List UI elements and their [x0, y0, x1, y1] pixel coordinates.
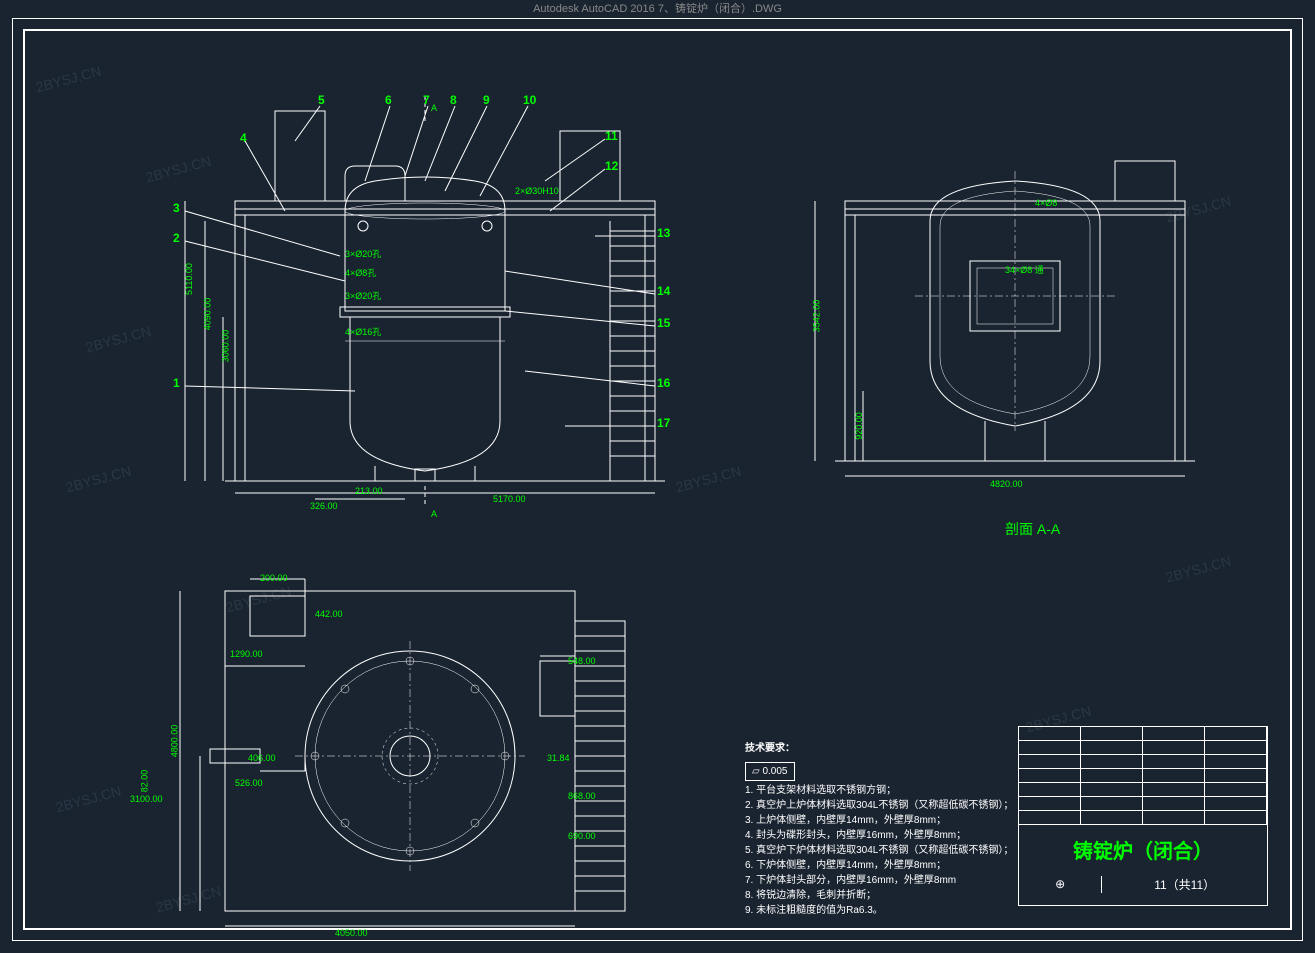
- dim-top-w: 4050.00: [335, 928, 368, 938]
- dim-top-d1: 200.00: [260, 573, 288, 583]
- watermark: 2BYSJ.CN: [84, 323, 153, 356]
- drawing-title: 铸锭炉（闭合）: [1019, 825, 1267, 873]
- tech-req-item: 6. 下炉体侧壁，内壁厚14mm，外壁厚8mm；: [745, 858, 1065, 873]
- dim-sec-hole1: 4×Ø8: [1035, 198, 1057, 208]
- watermark: 2BYSJ.CN: [34, 63, 103, 96]
- section-a-a-view: [785, 131, 1215, 511]
- technical-requirements: 技术要求： ⏥ 0.005 1. 平台支架材料选取不锈钢方钢； 2. 真空炉上炉…: [745, 741, 1065, 918]
- flatness-tolerance: ⏥ 0.005: [745, 762, 795, 781]
- dim-top-h2: 3100.00: [130, 794, 163, 804]
- dim-top-d3: 1290.00: [230, 649, 263, 659]
- title-block: 铸锭炉（闭合） ⊕ 11（共11）: [1018, 726, 1268, 906]
- dim-top-h3: 82.00: [139, 770, 149, 793]
- dim-top-d7: 31.84: [547, 753, 570, 763]
- dim-top-h1: 4800.00: [169, 725, 179, 758]
- tech-req-item: 3. 上炉体侧壁，内壁厚14mm，外壁厚8mm；: [745, 813, 1065, 828]
- section-mark-a-bot: A: [431, 509, 437, 519]
- tech-req-item: 1. 平台支架材料选取不锈钢方钢；: [745, 783, 1065, 798]
- dim-top-d8: 868.00: [568, 791, 596, 801]
- tech-req-header: 技术要求：: [745, 741, 1065, 756]
- dim-w1: 326.00: [310, 501, 338, 511]
- dim-sec-h2: 920.00: [854, 412, 864, 440]
- projection-symbol: ⊕: [1019, 877, 1101, 891]
- tech-req-item: 5. 真空炉下炉体材料选取304L不锈钢（又称超低碳不锈钢）；: [745, 843, 1065, 858]
- sheet-number: 11（共11）: [1101, 876, 1267, 893]
- section-label: 剖面 A-A: [1005, 519, 1060, 539]
- dim-sec-h1: 3542.00: [811, 300, 821, 333]
- tech-req-item: 9. 未标注粗糙度的值为Ra6.3。: [745, 903, 1065, 918]
- top-plan-view: [125, 561, 665, 941]
- tech-req-item: 4. 封头为碟形封头，内壁厚16mm，外壁厚8mm；: [745, 828, 1065, 843]
- dim-top-d5: 406.00: [248, 753, 276, 763]
- dim-top-d6: 526.00: [235, 778, 263, 788]
- watermark: 2BYSJ.CN: [1164, 553, 1233, 586]
- tech-req-item: 7. 下炉体封头部分，内壁厚16mm，外壁厚8mm: [745, 873, 1065, 888]
- drawing-border: 2BYSJ.CN 2BYSJ.CN 2BYSJ.CN 2BYSJ.CN 2BYS…: [23, 29, 1292, 930]
- tech-req-item: 8. 将锐边清除，毛刺并折断；: [745, 888, 1065, 903]
- drawing-canvas: 2BYSJ.CN 2BYSJ.CN 2BYSJ.CN 2BYSJ.CN 2BYS…: [12, 18, 1303, 941]
- watermark: 2BYSJ.CN: [54, 783, 123, 816]
- dim-sec-w: 4820.00: [990, 479, 1023, 489]
- dim-top-d4: 548.00: [568, 656, 596, 666]
- dim-top-d9: 690.00: [568, 831, 596, 841]
- tech-req-item: 2. 真空炉上炉体材料选取304L不锈钢（又称超低碳不锈钢）；: [745, 798, 1065, 813]
- callout-leaders: [145, 81, 705, 501]
- watermark: 2BYSJ.CN: [64, 463, 133, 496]
- dim-top-d2: 442.00: [315, 609, 343, 619]
- app-title-bar: Autodesk AutoCAD 2016 7、铸锭炉（闭合）.DWG: [0, 0, 1315, 18]
- dim-sec-hole2: 34×Ø8 通: [1005, 263, 1044, 276]
